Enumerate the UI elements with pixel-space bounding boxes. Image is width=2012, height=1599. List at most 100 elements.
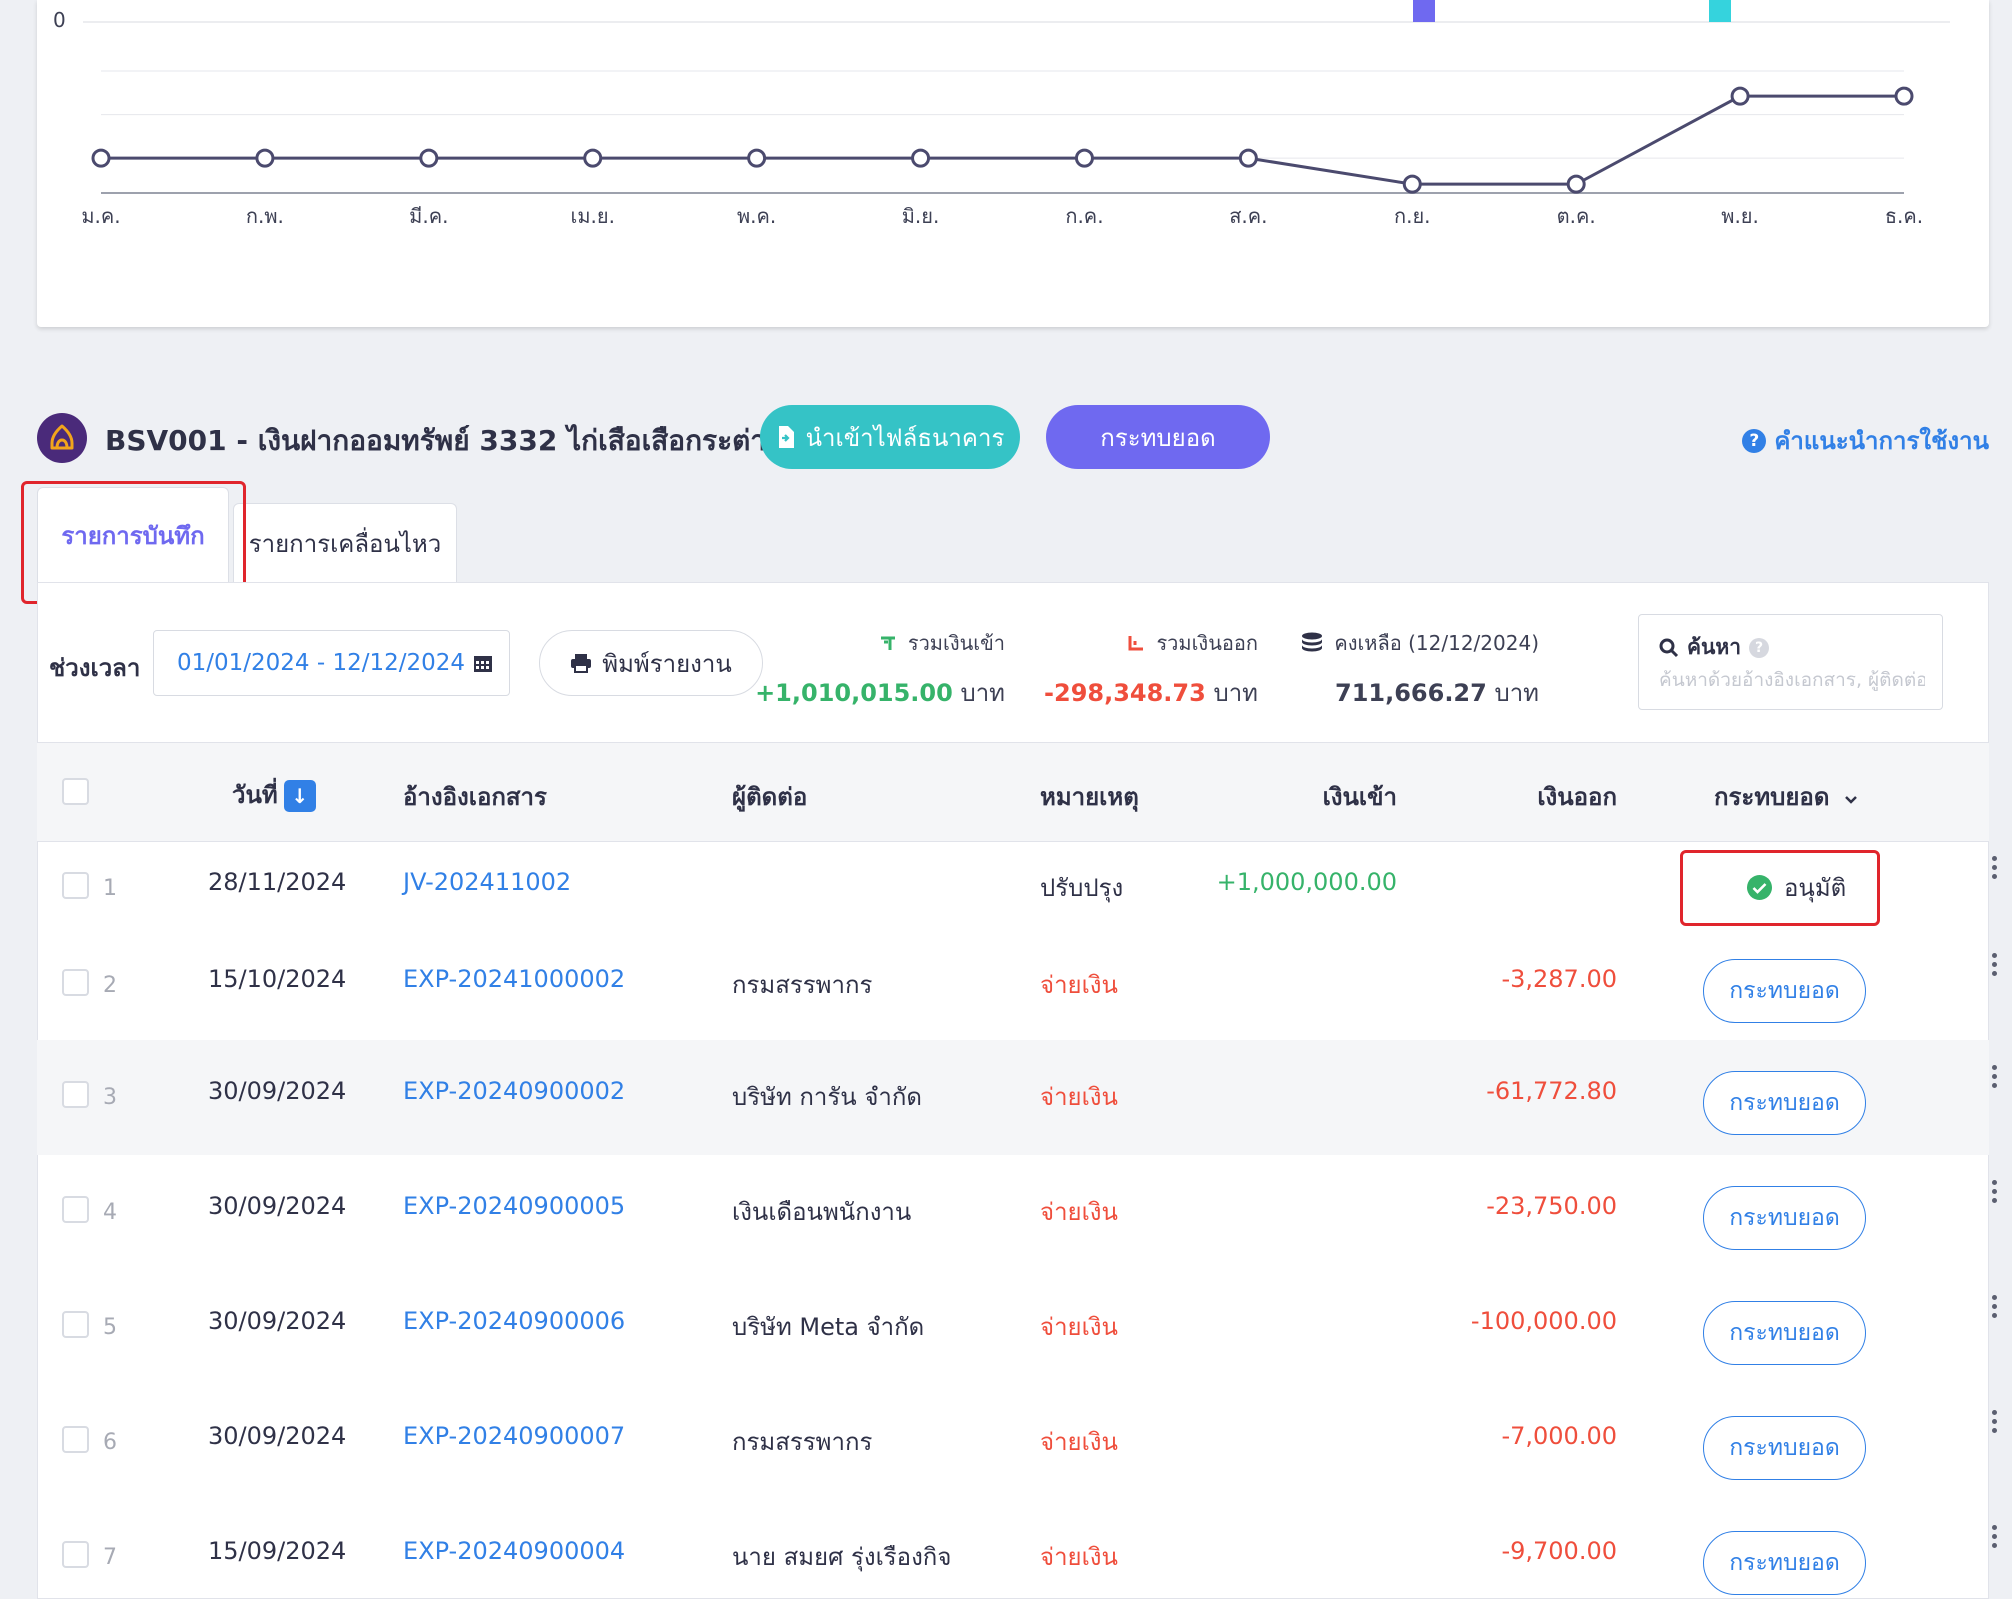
row-amount-in: +1,000,000.00 xyxy=(1216,868,1397,896)
more-options-icon[interactable] xyxy=(1992,1180,1998,1207)
row-reconcile-button[interactable]: กระทบยอด xyxy=(1703,1301,1866,1365)
row-date: 30/09/2024 xyxy=(208,1422,347,1450)
data-point xyxy=(1238,148,1258,168)
more-options-icon[interactable] xyxy=(1992,1525,1998,1552)
total-out-stat: รวมเงินออก -298,348.73 บาท xyxy=(1044,627,1258,712)
row-note: จ่ายเงิน xyxy=(1040,1543,1118,1571)
x-tick-label: ก.พ. xyxy=(246,204,284,228)
x-tick-label: พ.ย. xyxy=(1721,204,1759,228)
more-options-icon[interactable] xyxy=(1992,953,1998,980)
data-point xyxy=(1894,86,1914,106)
row-checkbox[interactable] xyxy=(62,1196,89,1223)
row-date: 30/09/2024 xyxy=(208,1307,347,1335)
table-row[interactable]: 7 15/09/2024 EXP-20240900004 นาย สมยศ รุ่งเ… xyxy=(37,1500,1997,1599)
row-reconcile-button[interactable]: กระทบยอด xyxy=(1703,1416,1866,1480)
out-column-header: เงินออก xyxy=(1537,783,1617,811)
row-amount-out: -3,287.00 xyxy=(1501,965,1617,993)
search-help-icon[interactable]: ? xyxy=(1749,637,1770,658)
balance-label: คงเหลือ (12/12/2024) xyxy=(1334,631,1539,655)
row-number: 6 xyxy=(103,1430,117,1455)
table-row[interactable]: 6 30/09/2024 EXP-20240900007 กรมสรรพากร จ่าย… xyxy=(37,1385,1997,1500)
file-import-icon xyxy=(778,426,794,448)
data-point xyxy=(1730,86,1750,106)
data-point xyxy=(747,148,767,168)
more-options-icon[interactable] xyxy=(1992,1410,1998,1437)
search-input[interactable] xyxy=(1659,669,1925,691)
row-amount-out: -9,700.00 xyxy=(1501,1537,1617,1565)
row-number: 7 xyxy=(103,1545,117,1570)
bar-mark xyxy=(1413,0,1435,22)
row-contact: กรมสรรพากร xyxy=(732,971,873,999)
data-point xyxy=(255,148,275,168)
bar-mark xyxy=(1709,0,1731,22)
total-in-value: +1,010,015.00 xyxy=(755,679,953,707)
row-doc-link[interactable]: EXP-20240900005 xyxy=(403,1192,625,1220)
series-line xyxy=(101,94,1904,186)
import-bank-file-button[interactable]: นำเข้าไฟล์ธนาคาร xyxy=(760,405,1020,469)
balance-line-chart: 0 ม.ค. ก.พ. มี.ค. เม.ย. พ.ค. มิ.ย. ก.ค. ส.ค. ก.ย.… xyxy=(53,0,1950,228)
table-row[interactable]: 2 15/10/2024 EXP-20241000002 กรมสรรพากร จ่าย… xyxy=(37,928,1997,1043)
tab-movements[interactable]: รายการเคลื่อนไหว xyxy=(233,503,457,583)
import-bank-file-label: นำเข้าไฟล์ธนาคาร xyxy=(805,423,1005,452)
row-doc-link[interactable]: EXP-20240900004 xyxy=(403,1537,625,1565)
row-doc-link[interactable]: JV-202411002 xyxy=(403,868,571,896)
table-row[interactable]: 3 30/09/2024 EXP-20240900002 บริษัท การัน จ… xyxy=(37,1040,1997,1155)
total-out-value: -298,348.73 xyxy=(1044,679,1206,707)
row-checkbox[interactable] xyxy=(62,969,89,996)
arrow-in-icon xyxy=(880,636,895,650)
select-all-checkbox[interactable] xyxy=(62,778,89,805)
date-column-header[interactable]: วันที่ ↓ xyxy=(232,775,316,814)
row-reconcile-button[interactable]: กระทบยอด xyxy=(1703,959,1866,1023)
row-reconcile-button[interactable]: กระทบยอด xyxy=(1703,1531,1866,1595)
balance-chart-card: 0 ม.ค. ก.พ. มี.ค. เม.ย. พ.ค. มิ.ย. ก.ค. ส.ค. ก.ย.… xyxy=(37,0,1989,327)
data-point xyxy=(91,148,111,168)
table-row[interactable]: 4 30/09/2024 EXP-20240900005 เงินเดือนพนักง… xyxy=(37,1155,1997,1270)
data-point xyxy=(1566,174,1586,194)
data-point xyxy=(583,148,603,168)
sort-down-icon[interactable]: ↓ xyxy=(283,780,316,812)
row-doc-link[interactable]: EXP-20241000002 xyxy=(403,965,625,993)
row-checkbox[interactable] xyxy=(62,1081,89,1108)
row-contact: กรมสรรพากร xyxy=(732,1428,873,1456)
row-contact: บริษัท Meta จำกัด xyxy=(732,1313,925,1341)
data-point xyxy=(911,148,931,168)
more-options-icon[interactable] xyxy=(1992,1065,1998,1092)
print-report-button[interactable]: พิมพ์รายงาน xyxy=(539,630,763,696)
total-in-label: รวมเงินเข้า xyxy=(907,631,1005,655)
row-checkbox[interactable] xyxy=(62,1426,89,1453)
bank-icon xyxy=(37,413,87,463)
row-contact: นาย สมยศ รุ่งเรืองกิจ xyxy=(732,1543,952,1571)
chevron-down-icon xyxy=(1844,796,1857,804)
recon-column-header[interactable]: กระทบยอด xyxy=(1714,777,1858,816)
row-amount-out: -7,000.00 xyxy=(1501,1422,1617,1450)
more-options-icon[interactable] xyxy=(1992,1295,1998,1322)
x-tick-label: ธ.ค. xyxy=(1885,204,1923,228)
row-doc-link[interactable]: EXP-20240900007 xyxy=(403,1422,625,1450)
balance-unit: บาท xyxy=(1494,679,1539,707)
row-note: ปรับปรุง xyxy=(1040,874,1124,902)
row-contact: เงินเดือนพนักงาน xyxy=(732,1198,912,1226)
row-checkbox[interactable] xyxy=(62,1311,89,1338)
data-point xyxy=(1074,148,1094,168)
row-doc-link[interactable]: EXP-20240900006 xyxy=(403,1307,625,1335)
row-reconcile-button[interactable]: กระทบยอด xyxy=(1703,1186,1866,1250)
row-amount-out: -61,772.80 xyxy=(1486,1077,1617,1105)
reconcile-button[interactable]: กระทบยอด xyxy=(1046,405,1270,469)
date-range-input[interactable]: 01/01/2024 - 12/12/2024 xyxy=(153,630,510,696)
x-tick-label: ส.ค. xyxy=(1229,204,1267,228)
row-doc-link[interactable]: EXP-20240900002 xyxy=(403,1077,625,1105)
table-row[interactable]: 5 30/09/2024 EXP-20240900006 บริษัท Meta จำ… xyxy=(37,1270,1997,1385)
row-checkbox[interactable] xyxy=(62,1541,89,1568)
row-date: 15/09/2024 xyxy=(208,1537,347,1565)
row-checkbox[interactable] xyxy=(62,872,89,899)
row-reconcile-button[interactable]: กระทบยอด xyxy=(1703,1071,1866,1135)
row-number: 4 xyxy=(103,1200,117,1225)
row-date: 30/09/2024 xyxy=(208,1192,347,1220)
help-link[interactable]: ? คำแนะนำการใช้งาน xyxy=(1742,421,1989,460)
upper-axis-tick: 0 xyxy=(53,8,66,32)
contact-column-header: ผู้ติดต่อ xyxy=(732,783,808,811)
row-note: จ่ายเงิน xyxy=(1040,1198,1118,1226)
account-name: BSV001 - เงินฝากออมทรัพย์ 3332 ไก่เสือเส… xyxy=(105,424,783,457)
more-options-icon[interactable] xyxy=(1992,856,1998,883)
row-note: จ่ายเงิน xyxy=(1040,971,1118,999)
